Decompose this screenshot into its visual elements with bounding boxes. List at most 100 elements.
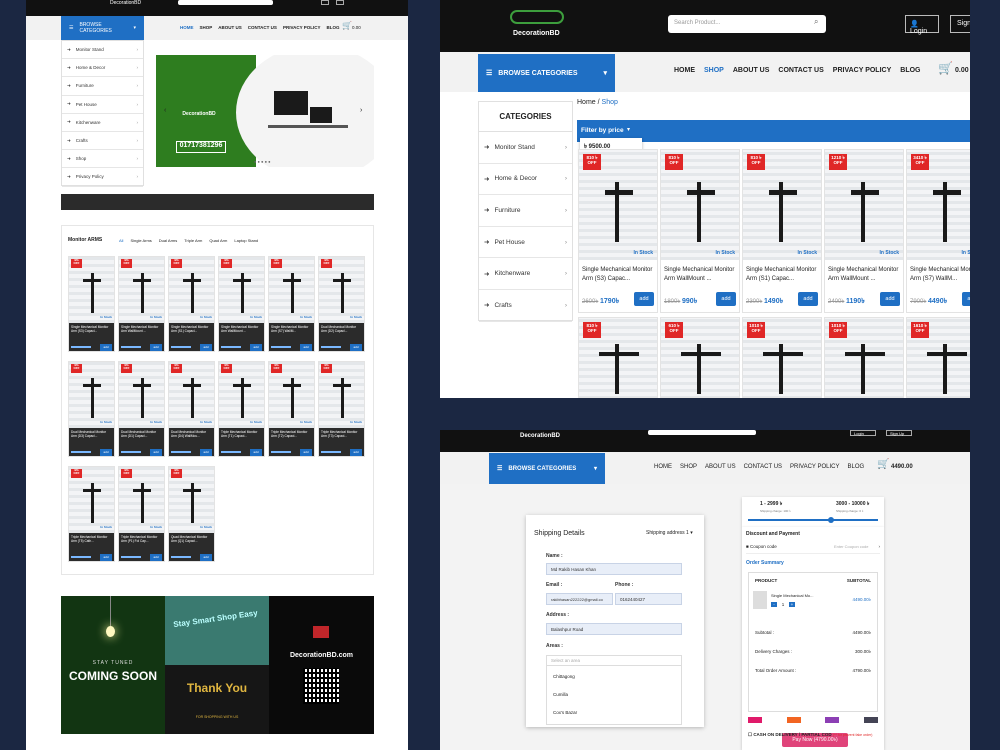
search-input[interactable]: Search Product... [668, 15, 826, 33]
nav-about[interactable]: ABOUT US [705, 464, 736, 470]
tab-triple[interactable]: Triple Arm [184, 238, 202, 243]
product-name[interactable]: Dual Mechanical Monitor Arm (D1) Capaci.… [119, 428, 164, 446]
product-card[interactable]: 9% OFF In Stock Triple Mechanical Monitor … [268, 361, 315, 457]
phone-field[interactable]: 0162440427 [615, 593, 682, 605]
nav-privacy[interactable]: PRIVACY POLICY [790, 464, 839, 470]
add-to-cart-button[interactable]: add [634, 292, 654, 306]
product-card[interactable]: 3410 ৳ OFF In Stock Single Mechanical Moni… [906, 149, 970, 313]
quantity-stepper[interactable]: - 1 + [771, 602, 795, 607]
area-option[interactable]: Chittagong [547, 666, 681, 679]
bkash-icon[interactable] [748, 717, 762, 723]
tab-laptop[interactable]: Laptop Stand [234, 238, 258, 243]
slider-prev-icon[interactable]: ‹ [164, 107, 166, 114]
cod-checkbox[interactable]: ☐ [748, 732, 752, 737]
product-card[interactable]: 9% OFF In Stock Single Mechanical Monitor … [168, 256, 215, 352]
signup-button[interactable] [336, 0, 344, 5]
cart-icon[interactable]: 🛒 [877, 459, 889, 470]
add-to-cart-button[interactable]: add [350, 343, 362, 351]
filter-chevron-icon[interactable]: ▾ [627, 126, 630, 133]
area-search-input[interactable]: Select an area [547, 656, 681, 666]
nav-blog[interactable]: BLOG [848, 464, 865, 470]
breadcrumb-home[interactable]: Home [577, 99, 596, 106]
coupon-input[interactable]: Enter Coupon code [834, 544, 868, 549]
search-input[interactable] [648, 430, 756, 435]
add-to-cart-button[interactable]: add [250, 448, 262, 456]
add-to-cart-button[interactable]: add [200, 553, 212, 561]
product-card[interactable]: 9% OFF In Stock Triple Mechanical Monitor … [118, 466, 165, 562]
product-card[interactable]: 9% OFF In Stock Dual Mechanical Monitor Ar… [118, 361, 165, 457]
product-card[interactable]: 9% OFF In Stock Triple Mechanical Monitor … [318, 361, 365, 457]
add-to-cart-button[interactable]: add [100, 448, 112, 456]
sidebar-item[interactable]: ➜ Crafts › [479, 290, 572, 322]
add-to-cart-button[interactable]: add [880, 292, 900, 306]
tab-single[interactable]: Single Arms [130, 238, 151, 243]
login-button[interactable]: 👤 Login [905, 15, 939, 35]
rocket-icon[interactable] [825, 717, 840, 723]
product-card[interactable]: 9% OFF In Stock Quad Mechanical Monitor Ar… [168, 466, 215, 562]
product-name[interactable]: Single Mechanical Monitor Arm WallMount … [828, 266, 900, 284]
sidebar-item[interactable]: ➜ Privacy Policy › [62, 168, 143, 187]
browse-categories-button[interactable]: ☰ BROWSE CATEGORIES ▾ [478, 54, 615, 92]
product-card[interactable]: 810 ৳ OFF In Stock Single Mechanical Monit… [578, 149, 658, 313]
slider-dots[interactable]: ● ● ● ● ● [254, 159, 271, 164]
product-name[interactable]: Single Mechanical Monitor Arm WallMount … [664, 266, 736, 284]
nav-contact[interactable]: CONTACT US [248, 25, 277, 30]
product-name[interactable]: Single Mechanical Monitor Arm (S7) WallM… [269, 323, 314, 341]
product-card[interactable]: 610 ৳ OFF [660, 317, 740, 398]
areas-dropdown[interactable]: Select an area Chittagong Cumilla Cox's … [546, 655, 682, 725]
add-to-cart-button[interactable]: add [150, 343, 162, 351]
nav-home[interactable]: HOME [654, 464, 672, 470]
nav-about[interactable]: ABOUT US [218, 25, 242, 30]
sidebar-item[interactable]: ➜ Shop › [62, 150, 143, 169]
product-name[interactable]: Triple Mechanical Monitor Arm (P1) Fol C… [119, 533, 164, 551]
sidebar-item[interactable]: ➜ Kitchenware › [479, 258, 572, 290]
tab-all[interactable]: All [119, 238, 123, 243]
nav-about[interactable]: ABOUT US [733, 67, 770, 74]
product-card[interactable]: 9% OFF In Stock Single Mechanical Monitor … [218, 256, 265, 352]
slider-next-icon[interactable]: › [360, 107, 362, 114]
shipping-address-select[interactable]: Shipping address 1 ▾ [646, 530, 693, 536]
sidebar-item[interactable]: ➜ Monitor Stand › [479, 132, 572, 164]
add-to-cart-button[interactable]: add [300, 343, 312, 351]
nav-privacy[interactable]: PRIVACY POLICY [833, 67, 891, 74]
product-card[interactable]: 9% OFF In Stock Triple Mechanical Monitor … [218, 361, 265, 457]
browse-categories-button[interactable]: ☰ BROWSE CATEGORIES ▾ [61, 16, 144, 40]
tab-dual[interactable]: Dual Arms [159, 238, 177, 243]
nav-contact[interactable]: CONTACT US [778, 67, 823, 74]
product-card[interactable]: 810 ৳ OFF [578, 317, 658, 398]
add-to-cart-button[interactable]: add [150, 448, 162, 456]
product-name[interactable]: Single Mechanical Monitor Arm WallMount … [119, 323, 164, 341]
browse-categories-button[interactable]: ☰ BROWSE CATEGORIES ▾ [489, 453, 605, 484]
sidebar-item[interactable]: ➜ Furniture › [62, 77, 143, 96]
search-input[interactable] [178, 0, 273, 5]
login-button[interactable]: Login [850, 430, 876, 436]
nav-contact[interactable]: CONTACT US [744, 464, 782, 470]
product-card[interactable]: 9% OFF In Stock Triple Mechanical Monitor … [68, 466, 115, 562]
product-name[interactable]: Triple Mechanical Monitor Arm (T5) Cath.… [69, 533, 114, 551]
product-name[interactable]: Single Mechanical Monitor Arm (S3) Capac… [69, 323, 114, 341]
area-option[interactable]: Cox's Bazar [547, 697, 681, 715]
add-to-cart-button[interactable]: add [100, 343, 112, 351]
sidebar-item[interactable]: ➜ Home & Decor › [479, 164, 572, 196]
product-card[interactable]: 810 ৳ OFF In Stock Single Mechanical Monit… [742, 149, 822, 313]
coupon-row[interactable]: ■ Coupon code Enter Coupon code › [746, 544, 880, 554]
product-name[interactable]: Single Mechanical Monitor Arm WallMount … [219, 323, 264, 341]
product-name[interactable]: Triple Mechanical Monitor Arm (T3) Capac… [319, 428, 364, 446]
qty-plus-button[interactable]: + [789, 602, 795, 607]
product-card[interactable]: 9% OFF In Stock Single Mechanical Monitor … [268, 256, 315, 352]
add-to-cart-button[interactable]: add [150, 553, 162, 561]
product-name[interactable]: Single Mechanical Monitor Arm (S1) Capac… [169, 323, 214, 341]
nav-shop[interactable]: SHOP [680, 464, 697, 470]
product-card[interactable]: 810 ৳ OFF In Stock Single Mechanical Monit… [660, 149, 740, 313]
product-card[interactable]: 9% OFF In Stock Dual Mechanical Monitor Ar… [68, 361, 115, 457]
sidebar-item[interactable]: ➜ Home & Decor › [62, 59, 143, 78]
product-name[interactable]: Single Mechanical Monitor Arm (S1) Capac… [746, 266, 818, 284]
add-to-cart-button[interactable]: add [200, 343, 212, 351]
sidebar-item[interactable]: ➜ Monitor Stand › [62, 41, 143, 60]
nav-privacy[interactable]: PRIVACY POLICY [283, 25, 321, 30]
email-field[interactable]: rakibhasan222222@gmail.co [546, 593, 613, 605]
sidebar-item[interactable]: ➜ Pet House › [479, 227, 572, 259]
card-icon[interactable] [863, 717, 878, 723]
signup-button[interactable]: Sign [950, 15, 970, 33]
sidebar-item[interactable]: ➜ Crafts › [62, 132, 143, 151]
